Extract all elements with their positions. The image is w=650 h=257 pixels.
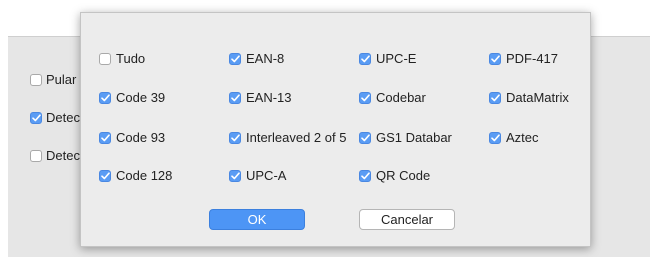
- option-label: PDF-417: [506, 51, 559, 66]
- option-label: QR Code: [376, 168, 431, 183]
- barcode-types-dialog: Tudo EAN-8 UPC-E PDF-417 Code 39 EAN-13 …: [80, 12, 591, 247]
- option-label: Code 39: [116, 90, 166, 105]
- option-tudo[interactable]: Tudo: [99, 51, 145, 66]
- checkbox-code-93[interactable]: [99, 131, 111, 144]
- bg-option-detect-1[interactable]: Detect: [30, 110, 84, 125]
- bg-checkbox-2[interactable]: [30, 149, 42, 162]
- option-datamatrix[interactable]: DataMatrix: [489, 90, 569, 105]
- check-icon: [100, 171, 110, 179]
- check-icon: [360, 133, 370, 141]
- bg-option-skip[interactable]: Pular c: [30, 72, 86, 87]
- check-icon: [360, 93, 370, 101]
- option-ean-8[interactable]: EAN-8: [229, 51, 284, 66]
- option-upc-a[interactable]: UPC-A: [229, 168, 286, 183]
- check-icon: [490, 93, 500, 101]
- checkbox-ean-8[interactable]: [229, 52, 241, 65]
- check-icon: [490, 54, 500, 62]
- option-label: GS1 Databar: [376, 130, 452, 145]
- check-icon: [360, 171, 370, 179]
- option-label: Tudo: [116, 51, 146, 66]
- checkbox-gs1-databar[interactable]: [359, 131, 371, 144]
- checkbox-upc-e[interactable]: [359, 52, 371, 65]
- check-icon: [490, 133, 500, 141]
- option-label: DataMatrix: [506, 90, 569, 105]
- option-label: Codebar: [376, 90, 426, 105]
- bg-checkbox-1[interactable]: [30, 111, 42, 124]
- ok-button[interactable]: OK: [209, 209, 305, 230]
- option-ean-13[interactable]: EAN-13: [229, 90, 292, 105]
- checkbox-ean-13[interactable]: [229, 91, 241, 104]
- checkbox-interleaved-2-of-5[interactable]: [229, 131, 241, 144]
- option-label: EAN-13: [246, 90, 292, 105]
- option-label: Aztec: [506, 130, 539, 145]
- check-icon: [360, 54, 370, 62]
- cancel-button[interactable]: Cancelar: [359, 209, 455, 230]
- bg-option-detect-2[interactable]: Detect: [30, 148, 84, 163]
- option-gs1-databar[interactable]: GS1 Databar: [359, 130, 452, 145]
- option-label: Interleaved 2 of 5: [246, 130, 347, 145]
- option-label: UPC-E: [376, 51, 417, 66]
- option-code-128[interactable]: Code 128: [99, 168, 172, 183]
- checkbox-aztec[interactable]: [489, 131, 501, 144]
- check-icon: [100, 93, 110, 101]
- check-icon: [230, 171, 240, 179]
- bg-checkbox-0[interactable]: [30, 73, 42, 86]
- option-pdf-417[interactable]: PDF-417: [489, 51, 558, 66]
- checkbox-code-128[interactable]: [99, 169, 111, 182]
- checkbox-upc-a[interactable]: [229, 169, 241, 182]
- check-icon: [230, 54, 240, 62]
- bg-option-label: Detect: [46, 148, 84, 163]
- option-label: Code 128: [116, 168, 173, 183]
- option-interleaved-2-of-5[interactable]: Interleaved 2 of 5: [229, 130, 346, 145]
- check-icon: [31, 113, 41, 121]
- checkbox-qr-code[interactable]: [359, 169, 371, 182]
- checkbox-pdf-417[interactable]: [489, 52, 501, 65]
- option-label: EAN-8: [246, 51, 285, 66]
- check-icon: [230, 93, 240, 101]
- option-code-39[interactable]: Code 39: [99, 90, 165, 105]
- option-aztec[interactable]: Aztec: [489, 130, 539, 145]
- option-label: UPC-A: [246, 168, 287, 183]
- option-upc-e[interactable]: UPC-E: [359, 51, 416, 66]
- option-codebar[interactable]: Codebar: [359, 90, 426, 105]
- check-icon: [230, 133, 240, 141]
- checkbox-codebar[interactable]: [359, 91, 371, 104]
- option-qr-code[interactable]: QR Code: [359, 168, 430, 183]
- checkbox-datamatrix[interactable]: [489, 91, 501, 104]
- bg-option-label: Detect: [46, 110, 84, 125]
- option-code-93[interactable]: Code 93: [99, 130, 165, 145]
- checkbox-code-39[interactable]: [99, 91, 111, 104]
- check-icon: [100, 133, 110, 141]
- checkbox-tudo[interactable]: [99, 52, 111, 65]
- option-label: Code 93: [116, 130, 166, 145]
